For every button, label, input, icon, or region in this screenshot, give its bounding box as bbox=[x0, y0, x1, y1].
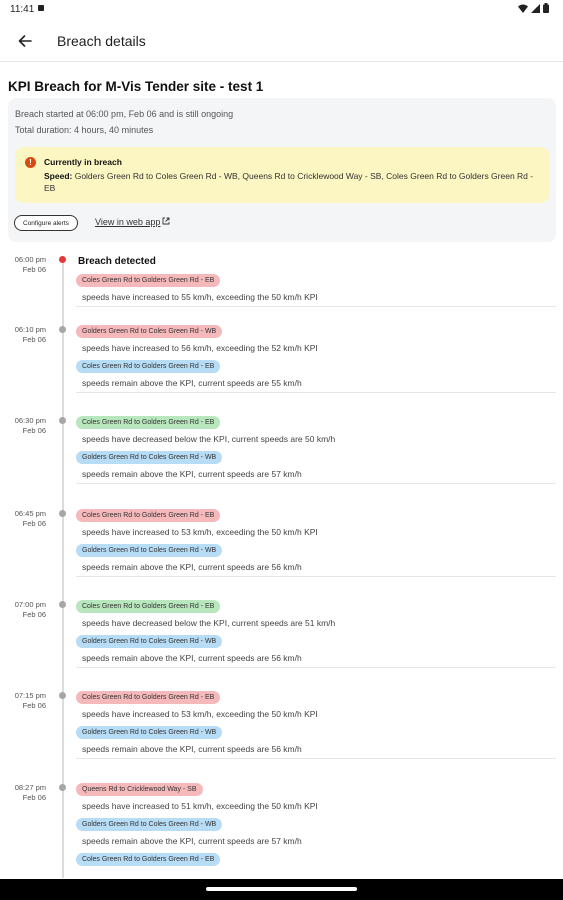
event-timestamp: 07:15 pm Feb 06 bbox=[6, 691, 46, 711]
alert-heading: Currently in breach bbox=[44, 157, 122, 167]
event-timestamp: 06:30 pm Feb 06 bbox=[6, 416, 46, 436]
road-segment-chip: Coles Green Rd to Golders Green Rd - EB bbox=[76, 360, 221, 373]
event-divider bbox=[76, 576, 556, 577]
event-date: Feb 06 bbox=[22, 701, 46, 710]
timeline-marker bbox=[59, 601, 66, 608]
event-timestamp: 06:10 pm Feb 06 bbox=[6, 325, 46, 345]
app-bar: Breach details bbox=[0, 20, 563, 62]
road-segment-chip: Queens Rd to Cricklewood Way - SB bbox=[76, 783, 203, 796]
road-segment-chip: Golders Green Rd to Coles Green Rd - WB bbox=[76, 325, 223, 338]
event-date: Feb 06 bbox=[22, 335, 46, 344]
battery-icon bbox=[543, 3, 549, 13]
road-segment-chip: Golders Green Rd to Coles Green Rd - WB bbox=[76, 544, 223, 557]
road-segment-chip: Coles Green Rd to Golders Green Rd - EB bbox=[76, 600, 221, 613]
notification-icon bbox=[38, 5, 44, 11]
timeline-marker bbox=[59, 692, 66, 699]
event-description: speeds remain above the KPI, current spe… bbox=[82, 469, 302, 479]
event-description: speeds remain above the KPI, current spe… bbox=[82, 378, 302, 388]
road-segment-chip: Golders Green Rd to Coles Green Rd - WB bbox=[76, 726, 223, 739]
timeline-marker bbox=[59, 510, 66, 517]
alert-text: Golders Green Rd to Coles Green Rd - WB,… bbox=[44, 171, 534, 193]
event-date: Feb 06 bbox=[22, 519, 46, 528]
app-bar-title: Breach details bbox=[57, 33, 146, 49]
breach-summary-card: Breach started at 06:00 pm, Feb 06 and i… bbox=[8, 98, 556, 242]
event-description: speeds remain above the KPI, current spe… bbox=[82, 562, 302, 572]
event-timestamp: 06:00 pm Feb 06 bbox=[6, 255, 46, 275]
road-segment-chip: Coles Green Rd to Golders Green Rd - EB bbox=[76, 274, 221, 287]
event-date: Feb 06 bbox=[22, 265, 46, 274]
road-segment-chip: Coles Green Rd to Golders Green Rd - EB bbox=[76, 853, 221, 866]
signal-icon bbox=[531, 3, 540, 13]
page-title: KPI Breach for M-Vis Tender site - test … bbox=[8, 79, 264, 94]
event-description: speeds have decreased below the KPI, cur… bbox=[82, 618, 336, 628]
event-description: speeds have increased to 56 km/h, exceed… bbox=[82, 343, 318, 353]
event-time: 06:10 pm bbox=[14, 325, 46, 334]
status-time: 11:41 bbox=[10, 4, 35, 15]
view-in-web-app-link[interactable]: View in web app bbox=[95, 217, 170, 227]
event-divider bbox=[76, 758, 556, 759]
home-gesture-handle[interactable] bbox=[206, 887, 357, 891]
road-segment-chip: Golders Green Rd to Coles Green Rd - WB bbox=[76, 635, 223, 648]
breach-start-text: Breach started at 06:00 pm, Feb 06 and i… bbox=[15, 109, 234, 119]
timeline-marker bbox=[59, 784, 66, 791]
timeline-marker bbox=[59, 417, 66, 424]
road-segment-chip: Coles Green Rd to Golders Green Rd - EB bbox=[76, 509, 221, 522]
event-time: 07:00 pm bbox=[14, 600, 46, 609]
warning-icon: ! bbox=[25, 157, 36, 168]
timeline-marker bbox=[59, 326, 66, 333]
event-time: 08:27 pm bbox=[14, 783, 46, 792]
event-timestamp: 08:27 pm Feb 06 bbox=[6, 783, 46, 803]
navigation-bar bbox=[0, 879, 563, 900]
road-segment-chip: Golders Green Rd to Coles Green Rd - WB bbox=[76, 818, 223, 831]
alert-body: Speed: Golders Green Rd to Coles Green R… bbox=[44, 170, 534, 194]
event-divider bbox=[76, 667, 556, 668]
alert-label: Speed: bbox=[44, 171, 73, 181]
event-time: 07:15 pm bbox=[14, 691, 46, 700]
status-bar: 11:41 bbox=[0, 0, 563, 18]
status-icons bbox=[518, 3, 549, 13]
event-description: speeds have increased to 55 km/h, exceed… bbox=[82, 292, 318, 302]
back-arrow-icon[interactable] bbox=[14, 31, 36, 51]
wifi-icon bbox=[518, 4, 528, 13]
event-description: speeds remain above the KPI, current spe… bbox=[82, 744, 302, 754]
event-description: speeds remain above the KPI, current spe… bbox=[82, 653, 302, 663]
road-segment-chip: Coles Green Rd to Golders Green Rd - EB bbox=[76, 691, 221, 704]
event-description: speeds have increased to 53 km/h, exceed… bbox=[82, 527, 318, 537]
current-breach-alert: ! Currently in breach Speed: Golders Gre… bbox=[15, 147, 549, 203]
event-timestamp: 06:45 pm Feb 06 bbox=[6, 509, 46, 529]
event-time: 06:30 pm bbox=[14, 416, 46, 425]
event-description: speeds remain above the KPI, current spe… bbox=[82, 836, 302, 846]
event-description: speeds have increased to 53 km/h, exceed… bbox=[82, 709, 318, 719]
event-date: Feb 06 bbox=[22, 426, 46, 435]
breach-duration-text: Total duration: 4 hours, 40 minutes bbox=[15, 125, 154, 135]
event-date: Feb 06 bbox=[22, 610, 46, 619]
event-date: Feb 06 bbox=[22, 793, 46, 802]
road-segment-chip: Coles Green Rd to Golders Green Rd - EB bbox=[76, 416, 221, 429]
event-description: speeds have decreased below the KPI, cur… bbox=[82, 434, 336, 444]
event-time: 06:00 pm bbox=[14, 255, 46, 264]
configure-alerts-button[interactable]: Configure alerts bbox=[14, 215, 78, 231]
web-link-label: View in web app bbox=[95, 217, 161, 227]
event-timestamp: 07:00 pm Feb 06 bbox=[6, 600, 46, 620]
event-divider bbox=[76, 306, 556, 307]
event-heading: Breach detected bbox=[78, 256, 156, 267]
event-divider bbox=[76, 392, 556, 393]
event-description: speeds have increased to 51 km/h, exceed… bbox=[82, 801, 318, 811]
breach-start-marker bbox=[59, 256, 66, 263]
external-link-icon bbox=[162, 217, 170, 225]
event-time: 06:45 pm bbox=[14, 509, 46, 518]
road-segment-chip: Golders Green Rd to Coles Green Rd - WB bbox=[76, 451, 223, 464]
event-divider bbox=[76, 483, 556, 484]
